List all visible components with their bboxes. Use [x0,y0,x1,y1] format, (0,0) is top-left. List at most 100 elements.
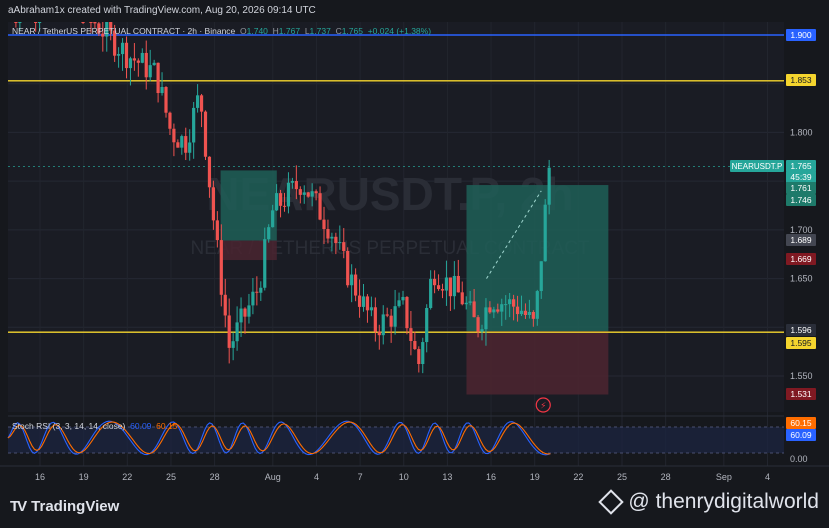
candle-body [480,329,484,332]
candle-body [223,294,227,316]
price-tick-label: 1.700 [790,225,813,235]
candle-body [330,236,334,239]
candle-body [448,277,452,297]
candle-body [18,22,22,23]
tradingview-logo-icon: TV [10,498,27,515]
open-value: 1.740 [246,26,268,36]
price-tick-label: 1.650 [790,274,813,284]
time-tick-label: 25 [617,472,627,482]
price-axis-tag-label: 1.765 [790,161,812,171]
candle-body [302,192,306,195]
handle-text: @ thenrydigitalworld [628,490,819,513]
candle-body [334,236,338,244]
candle-body [389,315,393,327]
tradingview-brand[interactable]: TV TradingView [10,498,119,515]
candle-body [211,187,215,221]
time-tick-label: 28 [661,472,671,482]
candle-body [136,60,140,63]
candle-body [243,308,247,317]
candle-body [132,58,136,61]
candle-body [444,277,449,291]
candle-body [34,22,38,23]
candle-body [433,278,437,286]
time-tick-label: 19 [79,472,89,482]
symbol-legend[interactable]: NEAR / TetherUS PERPETUAL CONTRACT · 2h … [12,26,431,36]
price-tick-label: 1.550 [790,371,813,381]
loss-zone [466,331,609,395]
time-tick-label: Aug [265,472,281,482]
candle-body [314,191,318,194]
candle-body [164,87,168,113]
price-axis-tag-label: 1.689 [790,235,812,245]
price-axis-tag-label: 1.853 [790,75,812,85]
candle-body [539,261,543,292]
candle-body [235,322,239,342]
price-tick-label: 1.800 [790,127,813,137]
candle-body [421,342,425,364]
candle-body [523,310,528,316]
candle-body [357,295,362,307]
candle-body [512,299,516,307]
candle-body [496,309,500,312]
candle-body [168,112,172,129]
stoch-axis-tag-label: 60.15 [790,418,812,428]
candle-body [247,305,251,317]
candle-body [310,191,314,197]
candle-body [429,278,433,308]
high-value: 1.767 [278,26,301,36]
candle-body [278,193,283,206]
stoch-k-value: 60.09 [130,421,152,431]
candle-body [282,205,287,207]
candle-body [231,341,235,348]
candle-body [180,136,184,148]
candle-body [354,274,358,296]
candle-body [93,22,97,24]
candle-body [547,167,551,205]
candle-body [38,22,42,23]
candle-body [290,181,294,183]
candle-body [215,220,219,241]
candle-body [192,107,196,143]
price-axis-tag-label: 45:39 [790,172,812,182]
candle-body [492,309,496,313]
candle-body [385,314,389,316]
candle-body [405,296,409,329]
time-tick-label: Sep [716,472,732,482]
candle-body [543,204,547,262]
candle-body [271,210,275,228]
candle-body [294,181,298,190]
candle-body [436,285,441,290]
candle-body [259,287,263,293]
diamond-logo-icon [598,489,625,515]
candle-body [338,242,342,244]
price-axis-tag-label: 1.746 [790,195,812,205]
close-value: 1.765 [341,26,363,36]
time-tick-label: 19 [530,472,540,482]
candle-body [298,189,302,195]
author-handle: @ thenrydigitalworld [598,489,819,515]
candle-body [184,136,188,153]
change-value: +0.024 (+1.38%) [367,26,432,36]
candle-body [203,111,208,157]
stoch-d-value: 60.15 [156,421,178,431]
time-tick-label: 22 [122,472,132,482]
candle-body [488,307,492,313]
candle-body [152,62,156,66]
stoch-rsi-legend[interactable]: Stoch RSI (3, 3, 14, 14, close) 60.09 60… [12,421,177,431]
candle-body [515,306,520,315]
candle-body [140,52,144,63]
time-tick-label: 25 [166,472,176,482]
candle-body [504,304,508,306]
candle-body [326,229,330,239]
symbol-tag-label: NEARUSDT.P [732,162,783,171]
time-tick-label: 4 [314,472,319,482]
candle-body [128,58,133,69]
candle-body [172,128,176,143]
time-tick-label: 13 [442,472,452,482]
stoch-axis-tag-label: 60.09 [790,430,812,440]
price-chart[interactable]: NEARUSDT.P, 2hNEAR / TETHERUS PERPETUAL … [0,0,829,528]
candle-body [452,275,456,297]
candle-body [456,275,460,293]
candle-body [199,95,204,112]
candle-body [89,22,93,23]
